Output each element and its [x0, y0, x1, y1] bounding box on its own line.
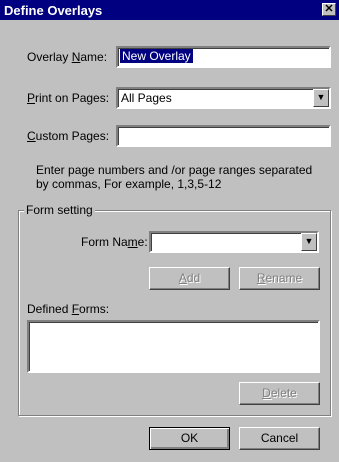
window-title: Define Overlays [4, 3, 103, 18]
overlay-name-value: New Overlay [120, 49, 193, 63]
delete-button[interactable]: Delete [239, 382, 320, 405]
form-name-label: Form Name: [81, 235, 148, 249]
print-on-pages-label: Print on Pages: [27, 91, 110, 105]
cancel-button[interactable]: Cancel [239, 427, 320, 450]
print-on-pages-value: All Pages [121, 91, 172, 105]
custom-pages-label: Custom Pages: [27, 129, 110, 143]
defined-forms-list[interactable] [27, 320, 320, 373]
form-setting-label: Form setting [24, 203, 95, 217]
overlay-name-label: Overlay Name: [27, 50, 108, 64]
rename-button[interactable]: Rename [239, 267, 320, 290]
ok-button[interactable]: OK [149, 427, 230, 450]
chevron-down-icon[interactable]: ▼ [313, 89, 329, 107]
overlay-name-input[interactable]: New Overlay [116, 46, 331, 68]
add-button[interactable]: Add [149, 267, 230, 290]
close-button[interactable]: ✕ [322, 3, 336, 16]
print-on-pages-select[interactable]: All Pages ▼ [116, 87, 331, 109]
chevron-down-icon[interactable]: ▼ [301, 233, 317, 251]
hint-line-2: by commas, For example, 1,3,5-12 [36, 177, 222, 191]
form-name-select[interactable]: ▼ [149, 231, 319, 253]
title-bar: Define Overlays ✕ [0, 0, 339, 20]
defined-forms-label: Defined Forms: [27, 302, 110, 316]
hint-line-1: Enter page numbers and /or page ranges s… [36, 163, 313, 177]
custom-pages-input[interactable] [116, 125, 331, 147]
